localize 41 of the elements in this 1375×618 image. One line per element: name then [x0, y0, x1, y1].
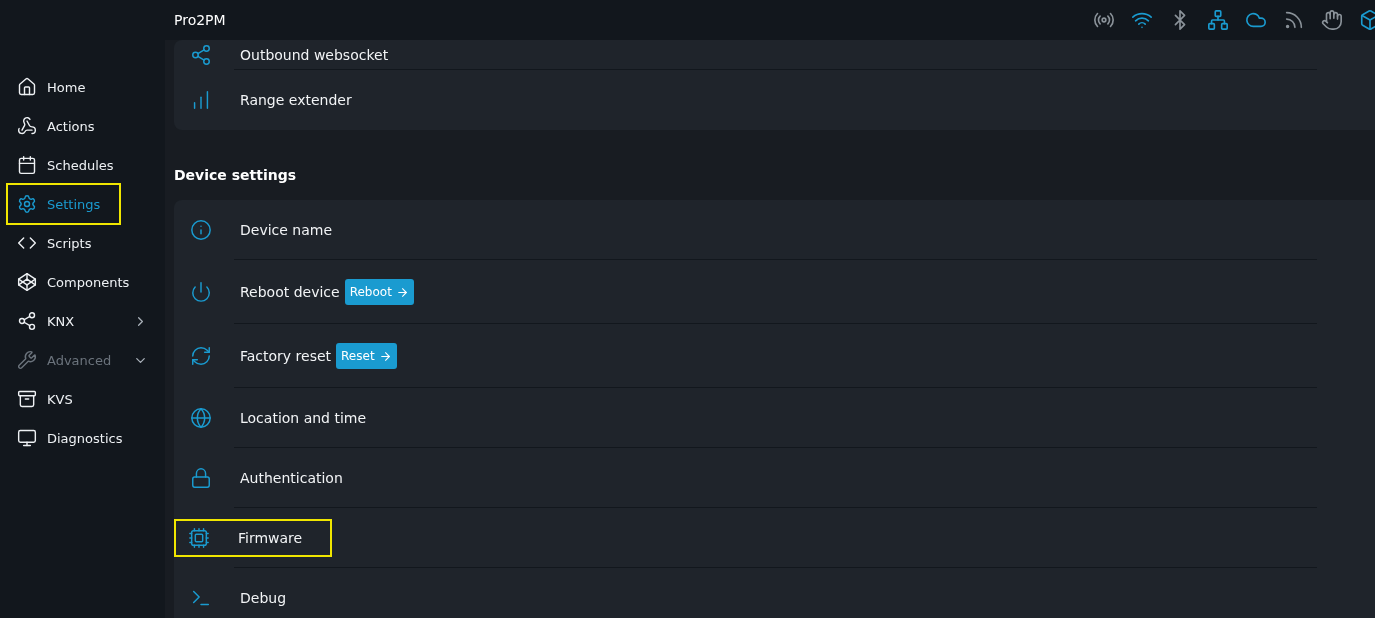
nav-item[interactable]: Diagnostics: [8, 419, 148, 457]
nav-item[interactable]: Components: [8, 263, 148, 301]
chip-icon: [188, 527, 210, 549]
nav-item[interactable]: Actions: [8, 107, 148, 145]
setting-label[interactable]: Location and time: [240, 410, 367, 426]
lock-icon: [190, 467, 212, 489]
info-icon: [190, 219, 212, 241]
actions-icon: [17, 116, 37, 136]
setting-label[interactable]: Range extender: [240, 92, 352, 108]
setting-label[interactable]: Device name: [240, 222, 333, 238]
box-icon[interactable]: [1359, 9, 1375, 31]
monitor-icon: [17, 428, 37, 448]
globe-icon: [190, 407, 212, 429]
device-title: Pro2PM: [174, 12, 226, 28]
calendar-icon: [17, 155, 37, 175]
setting-label[interactable]: Outbound websocket: [240, 47, 389, 63]
nav-item[interactable]: KNX: [8, 302, 148, 340]
setting-label[interactable]: Firmware: [238, 530, 303, 546]
rss-icon[interactable]: [1283, 9, 1305, 31]
home-icon: [17, 77, 37, 97]
arrow-icon: [378, 349, 392, 363]
setting-label[interactable]: Reboot device: [240, 284, 340, 300]
settings-icon: [17, 194, 37, 214]
wrench-icon: [17, 350, 37, 370]
refresh-icon: [190, 345, 212, 367]
section-heading: Device settings: [174, 167, 298, 183]
setting-label[interactable]: Authentication: [240, 470, 343, 486]
nav-item[interactable]: Settings: [8, 185, 119, 223]
nav-item[interactable]: Schedules: [8, 146, 148, 184]
hand-icon[interactable]: [1321, 9, 1343, 31]
network-icon[interactable]: [1207, 9, 1229, 31]
nav-item[interactable]: Scripts: [8, 224, 148, 262]
link-icon: [190, 44, 212, 66]
archive-icon: [17, 389, 37, 409]
nav-item[interactable]: KVS: [8, 380, 148, 418]
power-icon: [190, 281, 212, 303]
setting-label[interactable]: Factory reset: [240, 348, 332, 364]
nav-item[interactable]: Home: [8, 68, 148, 106]
components-icon: [17, 272, 37, 292]
setting-label[interactable]: Debug: [240, 590, 287, 606]
arrow-icon: [395, 285, 409, 299]
